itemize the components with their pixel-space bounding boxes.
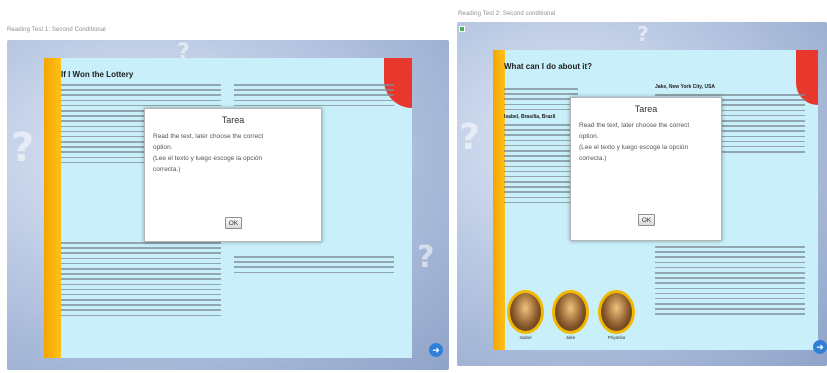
left-yellow-stripe — [44, 58, 61, 358]
dialog-line: option. — [153, 144, 173, 151]
dialog-line: correcta.) — [579, 155, 607, 162]
next-arrow-button[interactable]: ➜ — [429, 343, 443, 357]
avatar-label: Priyanka — [607, 335, 626, 340]
avatar-priyanka — [598, 290, 635, 334]
question-mark-decoration: ? — [11, 125, 35, 171]
dialog-line: (Lee el texto y luego escoge la opción — [579, 144, 689, 151]
question-mark-decoration: ? — [417, 240, 435, 275]
left-document-title: If I Won the Lottery — [61, 70, 134, 79]
dialog-line: Read the text, later choose the correct — [579, 122, 690, 129]
right-subheading-isabel: Isabel, Brasilia, Brazil — [504, 114, 556, 120]
right-subheading-jake: Jake, New York City, USA — [655, 84, 716, 90]
right-text-column-1b — [504, 124, 578, 207]
right-document-title: What can I do about it? — [504, 62, 592, 71]
dialog-line: (Lee el texto y luego escoge la opción — [153, 155, 263, 162]
left-task-dialog: Tarea Read the text, later choose the co… — [144, 108, 322, 242]
dialog-line: correcta.) — [153, 166, 181, 173]
dialog-title: Tarea — [221, 115, 245, 125]
left-reading-panel: ? ? ? If I Won the Lottery Tarea Read th… — [7, 40, 449, 370]
left-text-column-2 — [234, 84, 394, 110]
right-text-column-1 — [504, 88, 578, 114]
ok-button[interactable]: OK — [638, 214, 655, 226]
dialog-line: Read the text, later choose the correct — [153, 133, 264, 140]
ok-button[interactable]: OK — [225, 217, 242, 229]
right-caption: Reading Test 2: Second conditional — [458, 11, 556, 17]
right-task-dialog: Tarea Read the text, later choose the co… — [570, 97, 722, 241]
dialog-message: Read the text, later choose the correct … — [145, 131, 321, 175]
dialog-message: Read the text, later choose the correct … — [571, 120, 721, 164]
left-text-column-1b — [61, 242, 221, 320]
left-text-column-2b — [234, 256, 394, 277]
right-reading-panel: ? ? What can I do about it? Jake, New Yo… — [457, 22, 827, 366]
dialog-title: Tarea — [634, 104, 658, 114]
app-icon — [459, 26, 465, 32]
next-arrow-button[interactable]: ➜ — [813, 340, 827, 354]
arrow-right-icon: ➜ — [816, 342, 824, 352]
avatar-jake — [552, 290, 589, 334]
question-mark-decoration: ? — [637, 22, 649, 46]
arrow-right-icon: ➜ — [432, 345, 440, 355]
dialog-line: option. — [579, 133, 599, 140]
avatar-label: Isabel — [519, 335, 532, 340]
left-caption: Reading Test 1: Second Conditional — [7, 27, 106, 33]
question-mark-decoration: ? — [459, 117, 480, 158]
avatar-label: Jake — [565, 335, 576, 340]
avatar-isabel — [507, 290, 544, 334]
right-text-column-2b — [655, 246, 805, 319]
